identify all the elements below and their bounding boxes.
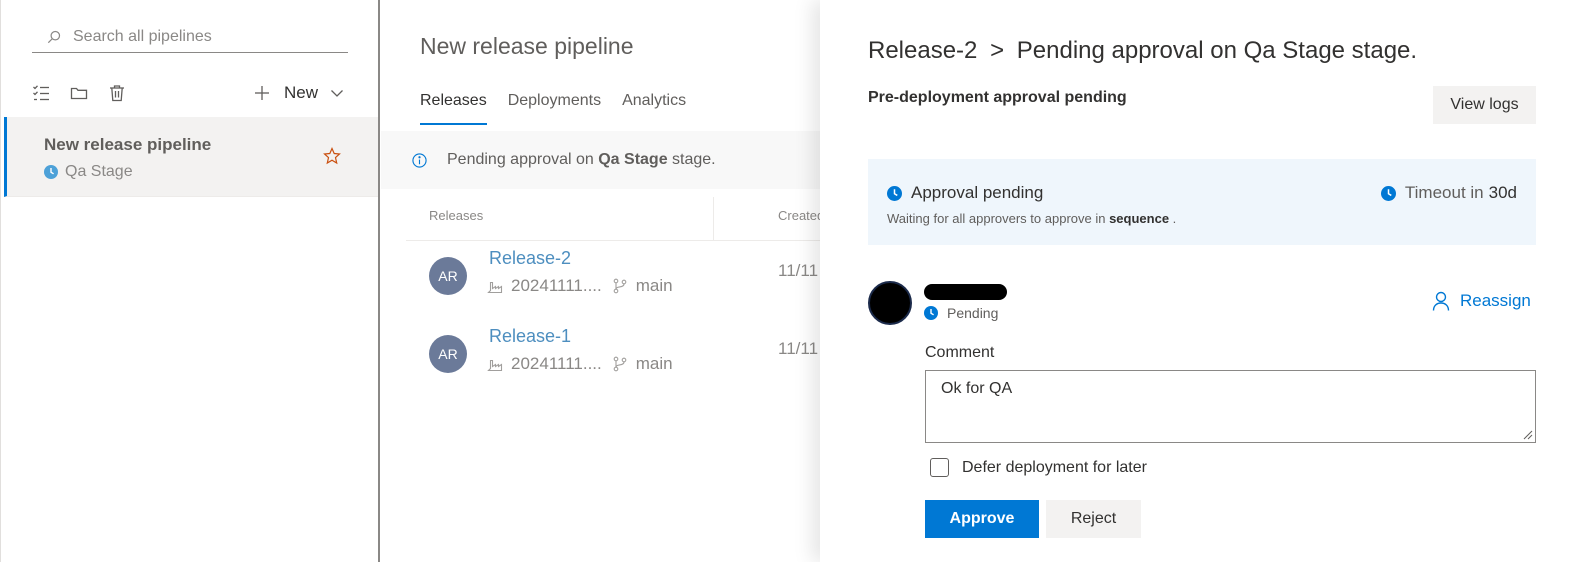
panel-title-release: Release-2: [868, 37, 978, 64]
clock-icon: [887, 185, 902, 201]
defer-deployment-option[interactable]: Defer deployment for later: [930, 458, 1147, 477]
approver-status-label: Pending: [947, 305, 999, 321]
tab-analytics[interactable]: Analytics: [622, 92, 686, 125]
clock-icon: [1380, 185, 1396, 201]
approver-name-redacted: [924, 284, 1007, 300]
comment-field[interactable]: Ok for QA: [925, 370, 1536, 443]
release-meta: 20241111.... main: [487, 276, 673, 296]
release-row[interactable]: AR Release-2 20241111.... main 11/11: [381, 248, 821, 327]
pipeline-main: New release pipeline Releases Deployment…: [381, 0, 821, 562]
approval-desc-suffix: .: [1169, 211, 1177, 226]
release-row[interactable]: AR Release-1 20241111.... main 11/11: [381, 326, 821, 405]
panel-title: Release-2 > Pending approval on Qa Stage…: [868, 37, 1417, 65]
branch-icon: [613, 278, 627, 294]
panel-title-separator: >: [990, 37, 1005, 64]
page-title: New release pipeline: [420, 33, 634, 59]
reject-button[interactable]: Reject: [1046, 500, 1141, 538]
new-pipeline-button[interactable]: New: [254, 80, 344, 106]
timeout-value: 30d: [1488, 183, 1517, 202]
approval-panel: Release-2 > Pending approval on Qa Stage…: [820, 0, 1581, 562]
column-header-created[interactable]: Created: [778, 208, 821, 223]
pipeline-stage-status: Qa Stage: [44, 163, 133, 181]
build-icon: [487, 359, 503, 372]
approval-status-box: Approval pending Waiting for all approve…: [868, 159, 1536, 245]
approval-status: Approval pending: [887, 183, 1043, 203]
approver-avatar: [868, 281, 912, 325]
header-divider: [406, 240, 821, 241]
branch-icon: [613, 356, 627, 372]
pipeline-stage-label: Qa Stage: [65, 163, 133, 180]
search-input[interactable]: [73, 28, 313, 46]
new-button-label: New: [284, 83, 319, 102]
info-banner: Pending approval on Qa Stage stage.: [381, 131, 821, 189]
avatar: AR: [429, 335, 467, 373]
build-icon: [487, 281, 503, 294]
pipelines-sidebar: New New release pipeline Qa Stage: [0, 0, 380, 562]
info-text-prefix: Pending approval on: [447, 151, 599, 168]
approval-description: Waiting for all approvers to approve in …: [887, 211, 1176, 226]
column-header-releases[interactable]: Releases: [429, 208, 483, 223]
timeout-label: Timeout in: [1404, 183, 1484, 202]
release-created-date: 11/11: [778, 261, 819, 280]
approval-desc-mode: sequence: [1109, 211, 1170, 226]
release-created-date: 11/11: [778, 339, 819, 358]
approve-button[interactable]: Approve: [925, 500, 1039, 538]
folder-icon[interactable]: [70, 84, 88, 102]
release-build-number: 20241111....: [511, 276, 602, 295]
defer-label: Defer deployment for later: [962, 458, 1147, 476]
release-meta: 20241111.... main: [487, 354, 673, 374]
release-name-link[interactable]: Release-1: [489, 326, 571, 347]
release-branch: main: [635, 354, 673, 373]
person-icon: [1432, 291, 1450, 311]
comment-label: Comment: [925, 344, 995, 361]
info-stage-name: Qa Stage: [598, 151, 668, 168]
search-icon: [47, 30, 61, 44]
pipeline-list-item[interactable]: New release pipeline Qa Stage: [4, 117, 378, 197]
approval-desc-prefix: Waiting for all approvers to approve in: [887, 211, 1110, 226]
pipeline-name: New release pipeline: [44, 135, 212, 154]
release-branch: main: [635, 276, 673, 295]
approval-timeout: Timeout in 30d: [1380, 183, 1517, 203]
tab-releases[interactable]: Releases: [420, 92, 487, 125]
plus-icon: [255, 86, 269, 100]
search-box[interactable]: [32, 22, 348, 53]
info-text-suffix: stage.: [667, 151, 716, 168]
pipeline-tabs: Releases Deployments Analytics: [420, 92, 707, 125]
reassign-label: Reassign: [1460, 291, 1531, 310]
release-build-number: 20241111....: [511, 354, 602, 373]
tab-deployments[interactable]: Deployments: [508, 92, 601, 125]
chevron-down-icon: [331, 90, 343, 97]
clock-icon: [44, 165, 58, 179]
avatar: AR: [429, 257, 467, 295]
checklist-icon[interactable]: [32, 84, 50, 102]
approver-status: Pending: [924, 305, 998, 321]
panel-subtitle: Pre-deployment approval pending: [868, 89, 1127, 106]
panel-title-text: Pending approval on Qa Stage stage.: [1016, 37, 1418, 64]
sidebar-toolbar: New: [32, 80, 352, 110]
column-divider[interactable]: [713, 197, 714, 241]
approval-status-label: Approval pending: [911, 183, 1044, 202]
trash-icon[interactable]: [108, 84, 126, 102]
view-logs-button[interactable]: View logs: [1433, 86, 1536, 124]
clock-icon: [924, 306, 938, 320]
info-icon: [412, 152, 427, 168]
defer-checkbox[interactable]: [930, 458, 949, 477]
reassign-button[interactable]: Reassign: [1432, 291, 1531, 311]
resize-grip-icon[interactable]: [1522, 429, 1533, 440]
release-name-link[interactable]: Release-2: [489, 248, 571, 269]
favorite-star-icon[interactable]: [323, 147, 341, 165]
